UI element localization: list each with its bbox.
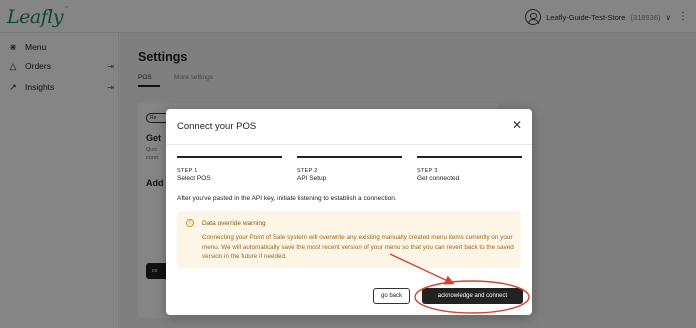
warning-icon: ! xyxy=(186,219,194,227)
step-3: STEP 3 Get connected xyxy=(417,156,522,182)
step-2: STEP 2 API Setup xyxy=(297,156,402,182)
step-1: STEP 1 Select POS xyxy=(177,156,282,182)
step-name: Select POS xyxy=(177,174,211,182)
data-override-warning: ! Data override warning Connecting your … xyxy=(177,211,521,268)
step-progress-bar xyxy=(297,156,402,158)
acknowledge-and-connect-button[interactable]: acknowledge and connect xyxy=(422,288,523,304)
modal-title: Connect your POS xyxy=(177,121,257,132)
instruction-text: After you've pasted in the API key, init… xyxy=(177,195,397,202)
step-name: Get connected xyxy=(417,174,460,182)
close-icon[interactable]: ✕ xyxy=(511,119,523,131)
step-number: STEP 2 xyxy=(297,167,318,174)
warning-body: Connecting your Point of Sale system wil… xyxy=(202,234,514,260)
go-back-button[interactable]: go back xyxy=(373,288,410,304)
step-number: STEP 1 xyxy=(177,167,198,174)
step-progress-bar xyxy=(417,156,522,158)
step-number: STEP 3 xyxy=(417,167,438,174)
connect-pos-modal: Connect your POS ✕ STEP 1 Select POS STE… xyxy=(166,109,532,315)
step-progress-bar xyxy=(177,156,282,158)
warning-title: Data override warning xyxy=(202,220,266,227)
step-name: API Setup xyxy=(297,174,327,182)
divider xyxy=(166,144,532,145)
